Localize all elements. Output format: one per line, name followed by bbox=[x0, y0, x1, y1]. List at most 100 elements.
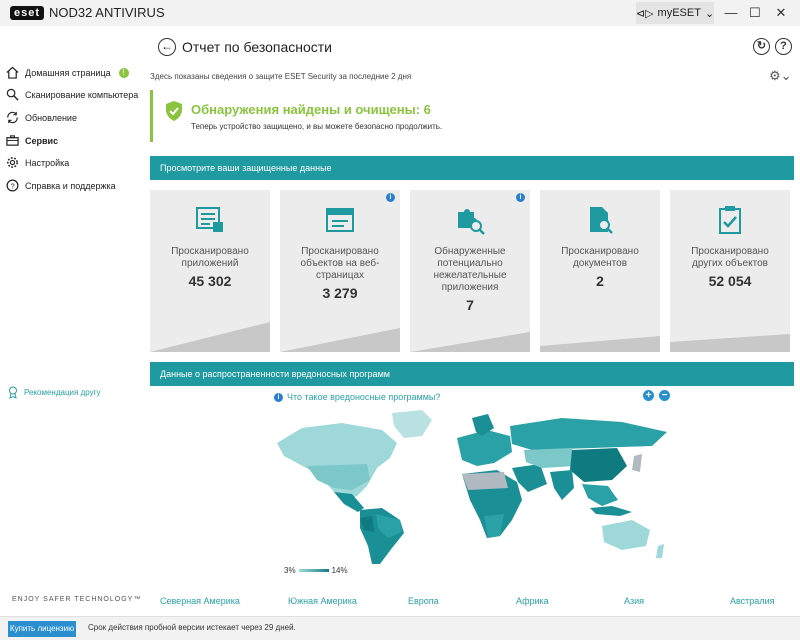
world-map[interactable] bbox=[272, 408, 672, 568]
legend-gradient bbox=[298, 569, 329, 572]
help-icon: ? bbox=[780, 40, 787, 52]
zoom-in-button[interactable]: + bbox=[643, 390, 654, 401]
close-button[interactable]: ✕ bbox=[772, 4, 790, 22]
refresh-icon bbox=[7, 111, 18, 124]
stat-tile-web-objects: i Просканировано объектов на веб- страни… bbox=[280, 190, 400, 352]
eset-logo: eset NOD32 ANTIVIRUS bbox=[10, 5, 165, 20]
sidebar-item-label: Сервис bbox=[25, 135, 59, 146]
sidebar-item-scan[interactable]: Сканирование компьютера bbox=[6, 88, 138, 101]
sidebar-item-update[interactable]: Обновление bbox=[6, 111, 77, 124]
tile-label-line: Просканировано bbox=[171, 246, 249, 257]
detection-subtitle: Теперь устройство защищено, и вы можете … bbox=[191, 122, 443, 131]
region-link-africa[interactable]: Африка bbox=[516, 596, 549, 606]
report-subtitle: Здесь показаны сведения о защите ESET Se… bbox=[150, 72, 412, 81]
map-legend: 3% 14% bbox=[284, 566, 348, 575]
eset-logo-mark: eset bbox=[10, 5, 45, 20]
product-name: NOD32 ANTIVIRUS bbox=[49, 5, 165, 20]
myeset-button[interactable]: ⊲▷ myESET ⌄ bbox=[636, 2, 714, 24]
tile-label-line: Просканировано bbox=[301, 246, 379, 257]
page-title: Отчет по безопасности bbox=[182, 39, 332, 55]
myeset-label: myESET bbox=[657, 7, 701, 19]
tile-label-line: Просканировано bbox=[691, 246, 769, 257]
stats-tiles: Просканировано приложений 45 302 i Проск… bbox=[150, 190, 794, 352]
trial-status: Срок действия пробной версии истекает че… bbox=[88, 623, 296, 632]
info-icon[interactable]: i bbox=[516, 193, 525, 202]
map-region-central-asia bbox=[524, 448, 576, 468]
region-link-australia[interactable]: Австралия bbox=[730, 596, 774, 606]
status-bar: Купить лицензию Срок действия пробной ве… bbox=[0, 616, 800, 640]
plus-icon: + bbox=[645, 390, 652, 401]
buy-license-button[interactable]: Купить лицензию bbox=[8, 621, 76, 637]
gear-icon bbox=[7, 157, 18, 168]
region-link-europe[interactable]: Европа bbox=[408, 596, 439, 606]
tile-wedge bbox=[150, 322, 270, 352]
refresh-report-button[interactable]: ↻ bbox=[753, 38, 770, 55]
tile-value: 2 bbox=[596, 273, 604, 289]
tile-label-line: Обнаруженные bbox=[434, 246, 506, 257]
tile-value: 52 054 bbox=[708, 273, 752, 289]
map-region-australia bbox=[602, 520, 650, 550]
help-button[interactable]: ? bbox=[775, 38, 792, 55]
gear-icon: ⚙⌄ bbox=[769, 68, 792, 83]
maximize-button[interactable]: ☐ bbox=[746, 4, 764, 22]
sidebar-item-label: Обновление bbox=[25, 112, 77, 123]
info-icon[interactable]: i bbox=[386, 193, 395, 202]
sidebar-item-help[interactable]: ? Справка и поддержка bbox=[6, 179, 116, 192]
map-region-indonesia bbox=[590, 506, 632, 516]
tile-label: Просканировано других объектов bbox=[676, 246, 784, 270]
what-is-malware-label: Что такое вредоносные программы? bbox=[287, 392, 441, 402]
region-link-south-america[interactable]: Южная Америка bbox=[288, 596, 357, 606]
map-region-russia bbox=[510, 418, 667, 450]
sidebar: Домашняя страница ! Сканирование компьют… bbox=[0, 26, 142, 616]
briefcase-icon bbox=[6, 135, 19, 146]
svg-text:?: ? bbox=[10, 181, 14, 190]
tile-label-line: нежелательные bbox=[433, 270, 507, 281]
tile-label: Просканировано документов bbox=[546, 246, 654, 270]
tile-wedge bbox=[280, 328, 400, 352]
tile-label-line: объектов на веб- bbox=[300, 258, 380, 269]
alert-badge: ! bbox=[118, 67, 129, 78]
what-is-malware-link[interactable]: i Что такое вредоносные программы? bbox=[274, 392, 440, 402]
tile-label-line: документов bbox=[572, 258, 628, 269]
stat-tile-pua: i Обнаруженные потенциально нежелательны… bbox=[410, 190, 530, 352]
refresh-icon: ↻ bbox=[756, 40, 767, 52]
protected-data-header: Просмотрите ваши защищенные данные bbox=[150, 156, 794, 180]
sidebar-item-tools[interactable]: Сервис bbox=[6, 134, 58, 147]
map-region-india bbox=[550, 470, 574, 500]
minimize-button[interactable]: — bbox=[722, 4, 740, 22]
myeset-icon: ⊲▷ bbox=[635, 7, 654, 20]
tile-wedge bbox=[670, 334, 790, 352]
tile-label-line: приложений bbox=[181, 258, 239, 269]
tile-label-line: страницах bbox=[315, 270, 365, 281]
map-region-europe bbox=[457, 430, 512, 466]
legend-min: 3% bbox=[284, 566, 296, 575]
tile-label: Просканировано приложений bbox=[156, 246, 264, 270]
tile-label: Просканировано объектов на веб- страница… bbox=[286, 246, 394, 282]
map-region-central-america bbox=[334, 492, 364, 512]
sidebar-item-label: Сканирование компьютера bbox=[25, 89, 139, 100]
zoom-out-button[interactable]: − bbox=[659, 390, 670, 401]
shield-check-icon bbox=[166, 101, 182, 121]
stat-tile-apps: Просканировано приложений 45 302 bbox=[150, 190, 270, 352]
info-icon: i bbox=[274, 392, 283, 402]
sidebar-item-label: Настройка bbox=[25, 157, 70, 168]
tile-value: 45 302 bbox=[188, 273, 232, 289]
map-region-north-africa bbox=[462, 472, 508, 490]
detection-banner: Обнаружения найдены и очищены: 6 Теперь … bbox=[150, 90, 794, 142]
map-region-north-america bbox=[277, 423, 397, 500]
region-link-north-america[interactable]: Северная Америка bbox=[160, 596, 240, 606]
tile-label-line: приложения bbox=[441, 282, 499, 293]
sidebar-item-label: Справка и поддержка bbox=[25, 180, 116, 191]
minus-icon: − bbox=[661, 390, 668, 401]
recommend-link[interactable]: Рекомендация другу bbox=[8, 386, 101, 399]
detection-title: Обнаружения найдены и очищены: 6 bbox=[191, 102, 431, 117]
map-region-greenland bbox=[392, 410, 432, 438]
malware-header: Данные о распространенности вредоносных … bbox=[150, 362, 794, 386]
region-link-asia[interactable]: Азия bbox=[624, 596, 644, 606]
back-button[interactable]: ← bbox=[158, 38, 176, 56]
sidebar-item-home[interactable]: Домашняя страница ! bbox=[6, 66, 129, 79]
browser-window-icon bbox=[326, 208, 354, 232]
report-settings-button[interactable]: ⚙⌄ bbox=[769, 68, 792, 84]
tile-value: 3 279 bbox=[322, 285, 358, 301]
sidebar-item-settings[interactable]: Настройка bbox=[6, 156, 69, 169]
